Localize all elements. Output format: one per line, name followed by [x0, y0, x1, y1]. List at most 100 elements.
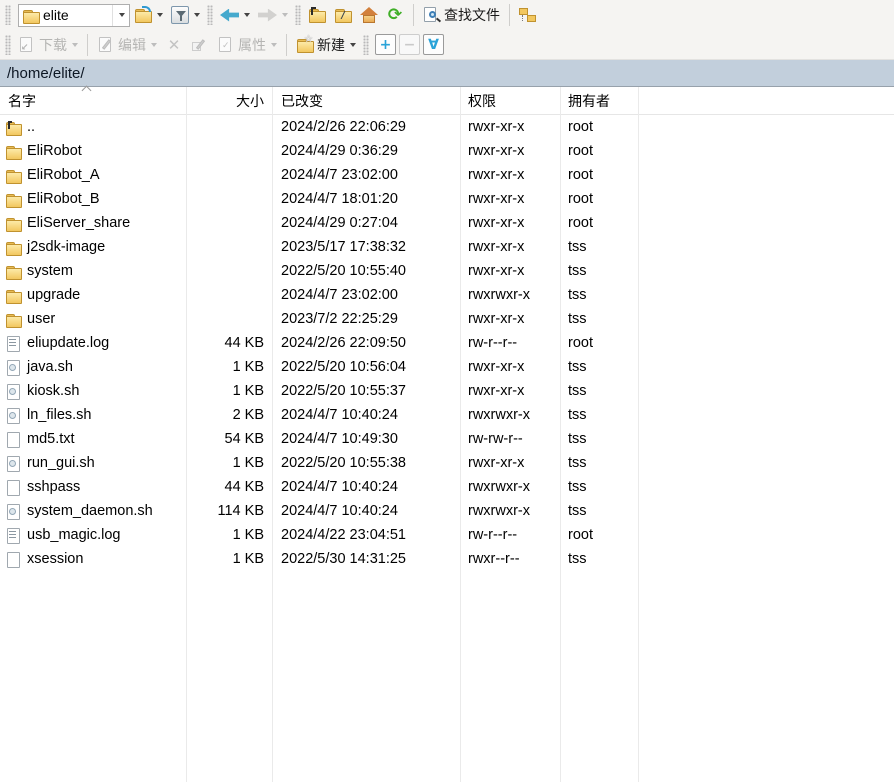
file-name: md5.txt	[27, 431, 75, 447]
find-files-button[interactable]: 查找文件	[419, 3, 504, 27]
folder-icon	[5, 191, 22, 208]
add-bookmark-button[interactable]: +	[375, 34, 396, 55]
file-owner: tss	[560, 359, 638, 375]
file-name: j2sdk-image	[27, 239, 105, 255]
rename-icon	[191, 36, 209, 54]
column-header-changed[interactable]: 已改变	[272, 88, 460, 114]
chevron-down-icon	[194, 13, 200, 17]
toolbar-grip[interactable]	[5, 35, 11, 55]
file-rights: rwxr-xr-x	[460, 215, 560, 231]
column-header-name[interactable]: 名字	[0, 88, 186, 114]
file-rights: rwxrwxr-x	[460, 287, 560, 303]
file-owner: tss	[560, 287, 638, 303]
download-button[interactable]: ↙ 下载	[14, 33, 82, 57]
file-name: ..	[27, 119, 35, 135]
table-row[interactable]: system_daemon.sh 114 KB 2024/4/7 10:40:2…	[0, 499, 894, 523]
file-changed: 2022/5/30 14:31:25	[272, 551, 460, 567]
file-size: 1 KB	[186, 455, 272, 471]
open-directory-button[interactable]	[130, 4, 167, 26]
path-bar[interactable]: /home/elite/	[0, 60, 894, 87]
back-button[interactable]	[216, 7, 254, 24]
file-rights: rwxr-xr-x	[460, 167, 560, 183]
column-header-owner[interactable]: 拥有者	[560, 88, 638, 114]
file-size: 44 KB	[186, 479, 272, 495]
properties-button[interactable]: ✓ 属性	[213, 33, 281, 57]
session-selector[interactable]: elite	[18, 4, 130, 27]
root-directory-button[interactable]: /	[330, 4, 356, 26]
column-divider[interactable]	[460, 87, 461, 782]
parent-directory-button[interactable]	[304, 4, 330, 26]
table-row[interactable]: j2sdk-image 2023/5/17 17:38:32 rwxr-xr-x…	[0, 235, 894, 259]
file-name: run_gui.sh	[27, 455, 95, 471]
table-row[interactable]: upgrade 2024/4/7 23:02:00 rwxrwxr-x tss	[0, 283, 894, 307]
file-owner: tss	[560, 263, 638, 279]
home-directory-button[interactable]	[356, 4, 382, 26]
file-changed: 2022/5/20 10:55:38	[272, 455, 460, 471]
folder-icon	[5, 215, 22, 232]
file-name: eliupdate.log	[27, 335, 109, 351]
file-rights: rw-r--r--	[460, 335, 560, 351]
column-divider[interactable]	[638, 87, 639, 782]
column-divider[interactable]	[560, 87, 561, 782]
table-row[interactable]: run_gui.sh 1 KB 2022/5/20 10:55:38 rwxr-…	[0, 451, 894, 475]
table-row[interactable]: EliRobot 2024/4/29 0:36:29 rwxr-xr-x roo…	[0, 139, 894, 163]
filter-button[interactable]	[167, 4, 204, 26]
toolbar-grip[interactable]	[363, 35, 369, 55]
folder-icon	[5, 239, 22, 256]
file-changed: 2024/2/26 22:06:29	[272, 119, 460, 135]
file-rights: rw-r--r--	[460, 527, 560, 543]
open-folder-icon	[134, 6, 152, 24]
session-dropdown-button[interactable]	[112, 5, 129, 26]
table-row[interactable]: .. 2024/2/26 22:06:29 rwxr-xr-x root	[0, 115, 894, 139]
toolbar-grip[interactable]	[5, 5, 11, 25]
file-changed: 2024/4/7 10:40:24	[272, 479, 460, 495]
table-row[interactable]: usb_magic.log 1 KB 2024/4/22 23:04:51 rw…	[0, 523, 894, 547]
toolbar-grip[interactable]	[295, 5, 301, 25]
table-row[interactable]: java.sh 1 KB 2022/5/20 10:56:04 rwxr-xr-…	[0, 355, 894, 379]
file-size: 44 KB	[186, 335, 272, 351]
forward-button[interactable]	[254, 7, 292, 24]
table-row[interactable]: ln_files.sh 2 KB 2024/4/7 10:40:24 rwxrw…	[0, 403, 894, 427]
remove-bookmark-button[interactable]: −	[399, 34, 420, 55]
file-owner: root	[560, 167, 638, 183]
synchronize-browsing-button[interactable]	[515, 4, 541, 26]
delete-button[interactable]: ✕	[161, 34, 187, 56]
filter-toggle-button[interactable]: ∀	[423, 34, 444, 55]
rename-button[interactable]	[187, 34, 213, 56]
table-row[interactable]: kiosk.sh 1 KB 2022/5/20 10:55:37 rwxr-xr…	[0, 379, 894, 403]
new-label: 新建	[317, 35, 345, 55]
edit-button[interactable]: 编辑	[93, 33, 161, 57]
toolbar-grip[interactable]	[207, 5, 213, 25]
table-row[interactable]: EliRobot_B 2024/4/7 18:01:20 rwxr-xr-x r…	[0, 187, 894, 211]
table-row[interactable]: system 2022/5/20 10:55:40 rwxr-xr-x tss	[0, 259, 894, 283]
file-rights: rwxr-xr-x	[460, 311, 560, 327]
toolbar-separator	[286, 34, 287, 56]
file-name: EliRobot_B	[27, 191, 100, 207]
table-row[interactable]: user 2023/7/2 22:25:29 rwxr-xr-x tss	[0, 307, 894, 331]
refresh-button[interactable]: ⟳	[382, 4, 408, 26]
filter-icon	[171, 6, 189, 24]
download-icon: ↙	[18, 36, 36, 54]
table-row[interactable]: EliServer_share 2024/4/29 0:27:04 rwxr-x…	[0, 211, 894, 235]
edit-icon	[97, 36, 115, 54]
table-row[interactable]: EliRobot_A 2024/4/7 23:02:00 rwxr-xr-x r…	[0, 163, 894, 187]
column-divider[interactable]	[272, 87, 273, 782]
chevron-down-icon	[271, 43, 277, 47]
file-script-icon	[5, 407, 22, 424]
new-button[interactable]: ☆ 新建	[292, 33, 360, 57]
session-name: elite	[39, 7, 112, 23]
table-row[interactable]: sshpass 44 KB 2024/4/7 10:40:24 rwxrwxr-…	[0, 475, 894, 499]
table-row[interactable]: md5.txt 54 KB 2024/4/7 10:49:30 rw-rw-r-…	[0, 427, 894, 451]
table-row[interactable]: eliupdate.log 44 KB 2024/2/26 22:09:50 r…	[0, 331, 894, 355]
column-header-rights[interactable]: 权限	[460, 88, 560, 114]
file-changed: 2024/4/7 23:02:00	[272, 287, 460, 303]
file-log-icon	[5, 335, 22, 352]
file-size: 54 KB	[186, 431, 272, 447]
column-header-size[interactable]: 大小	[186, 88, 272, 114]
file-changed: 2024/4/7 10:40:24	[272, 407, 460, 423]
toolbar-separator	[87, 34, 88, 56]
file-rights: rwxr--r--	[460, 551, 560, 567]
table-row[interactable]: xsession 1 KB 2022/5/30 14:31:25 rwxr--r…	[0, 547, 894, 571]
column-divider[interactable]	[186, 87, 187, 782]
sort-ascending-icon	[83, 87, 91, 92]
